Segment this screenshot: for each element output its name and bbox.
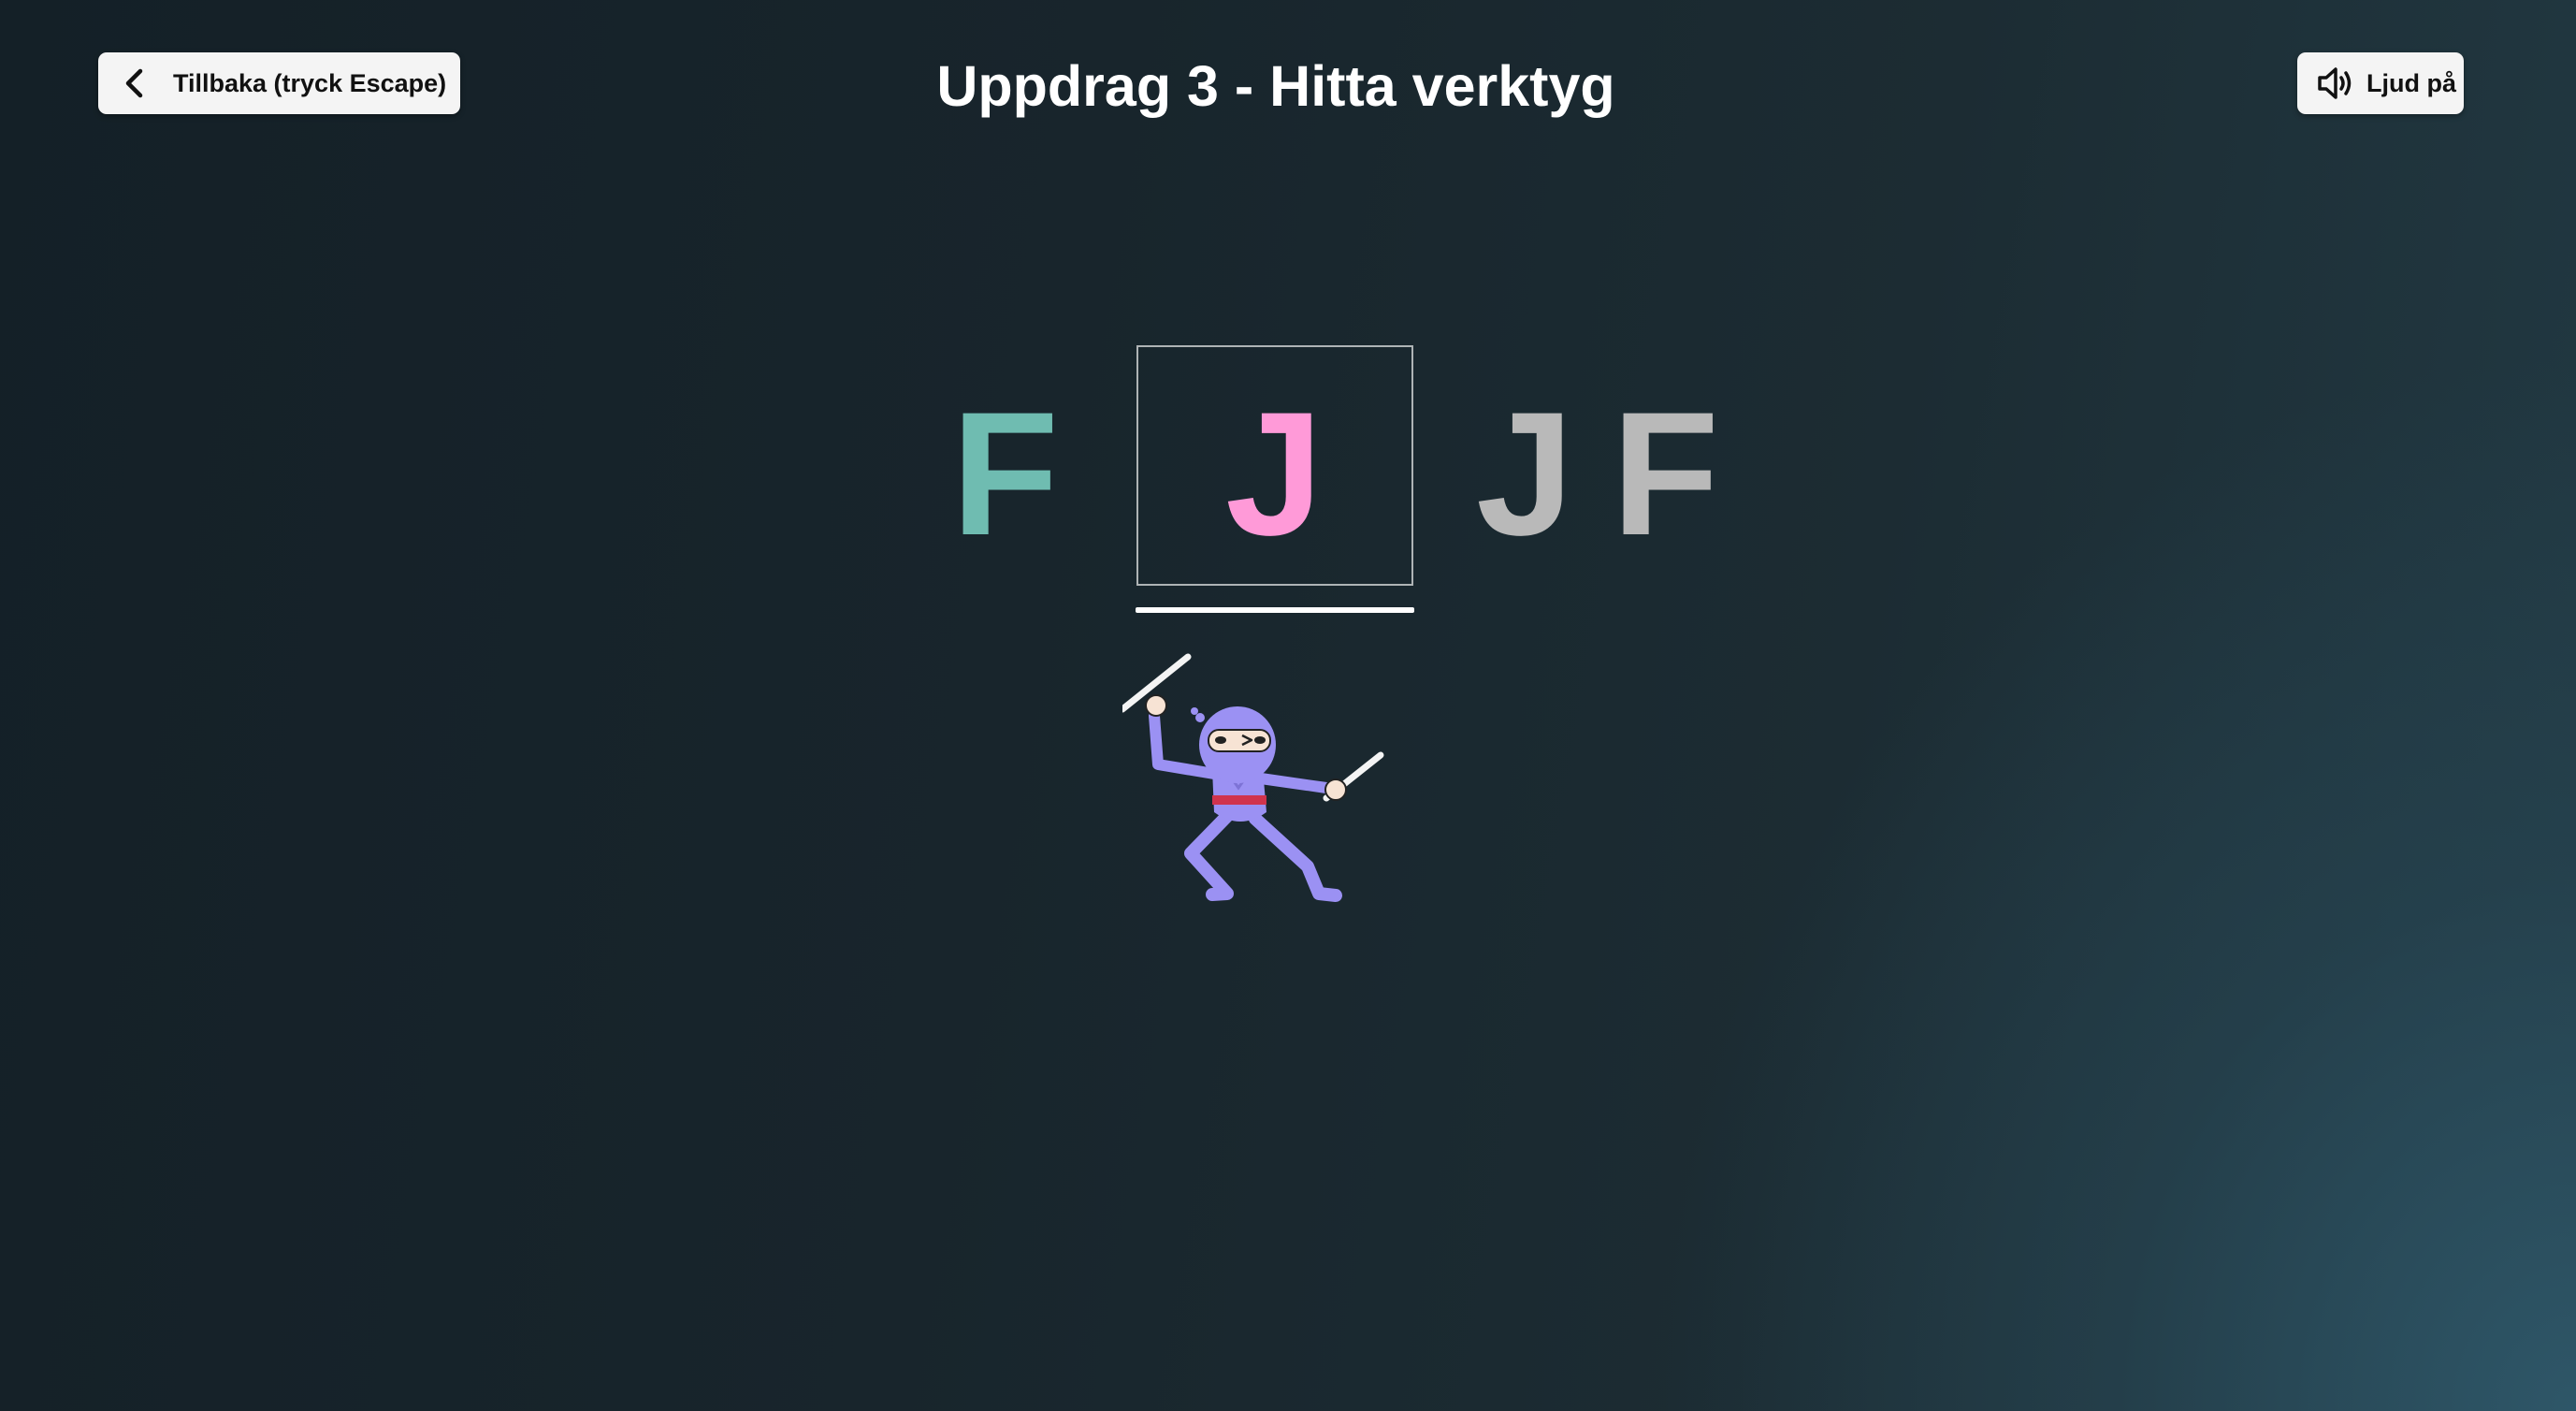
letter-upcoming: J (1476, 375, 1574, 572)
sound-button-label: Ljud på (2366, 68, 2456, 97)
sound-toggle-button[interactable]: Ljud på (2297, 52, 2464, 114)
page-title: Uppdrag 3 - Hitta verktyg (936, 54, 1615, 118)
current-letter-underline (1136, 607, 1414, 613)
letter-upcoming: F (1612, 375, 1719, 572)
speaker-on-icon (2316, 65, 2357, 102)
letter-current: J (1225, 375, 1324, 572)
letter-completed: F (951, 375, 1059, 572)
ninja-illustration (1119, 646, 1403, 917)
